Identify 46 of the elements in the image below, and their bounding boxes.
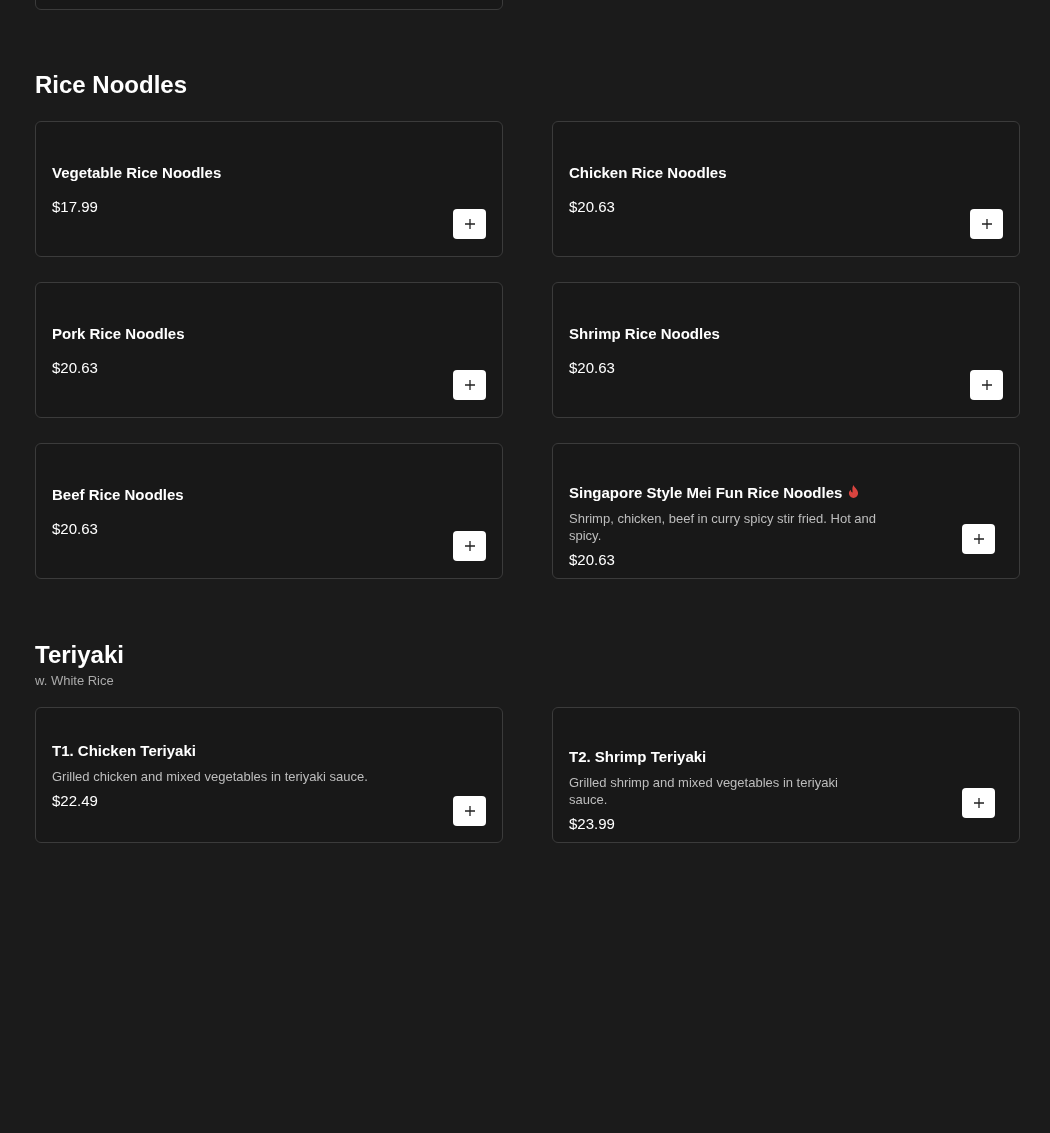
plus-icon bbox=[981, 380, 992, 390]
add-button[interactable] bbox=[453, 531, 486, 561]
item-name: T1. Chicken Teriyaki bbox=[52, 741, 196, 759]
item-price: $23.99 bbox=[569, 815, 616, 832]
menu-item-card[interactable]: Shrimp Rice Noodles $20.63 bbox=[552, 282, 1020, 418]
add-button[interactable] bbox=[453, 796, 486, 826]
section-heading: Rice Noodles bbox=[35, 71, 189, 99]
item-price: $22.49 bbox=[52, 791, 99, 809]
item-name: Vegetable Rice Noodles bbox=[52, 164, 222, 181]
menu-item-card[interactable]: Chicken Rice Noodles $20.63 bbox=[552, 121, 1020, 257]
item-price: $17.99 bbox=[52, 198, 99, 215]
item-description: Grilled shrimp and mixed vegetables in teriyaki sauce. bbox=[569, 774, 839, 808]
add-button[interactable] bbox=[970, 209, 1003, 239]
menu-item-card[interactable]: Vegetable Rice Noodles $17.99 bbox=[35, 121, 503, 257]
item-price: $20.63 bbox=[569, 359, 616, 376]
item-description: Shrimp, chicken, beef in curry spicy stir fried. Hot and spicy. bbox=[569, 510, 878, 544]
item-name: Chicken Rice Noodles bbox=[569, 164, 727, 181]
plus-icon bbox=[464, 541, 475, 551]
item-name: Pork Rice Noodles bbox=[52, 325, 185, 342]
add-button[interactable] bbox=[962, 788, 995, 818]
plus-icon bbox=[981, 219, 992, 229]
menu-item-card[interactable]: T1. Chicken Teriyaki Grilled chicken and mixed vegetables in teriyaki sauce. $22.49 bbox=[35, 707, 503, 843]
item-price: $20.63 bbox=[52, 520, 99, 537]
item-name: Singapore Style Mei Fun Rice Noodles bbox=[569, 484, 843, 501]
section-subtitle: w. White Rice bbox=[35, 673, 115, 688]
menu-item-card[interactable]: T2. Shrimp Teriyaki Grilled shrimp and mixed vegetables in teriyaki sauce. $23.99 bbox=[552, 707, 1020, 843]
add-button[interactable] bbox=[453, 209, 486, 239]
item-price: $20.63 bbox=[52, 359, 99, 376]
item-price: $20.63 bbox=[569, 551, 616, 568]
item-name: Beef Rice Noodles bbox=[52, 486, 184, 503]
menu-item-card[interactable]: Singapore Style Mei Fun Rice Noodles Shrimp, chicken, beef in curry spicy stir fried. Hot and spicy. $20.63 bbox=[552, 443, 1020, 579]
item-name: T2. Shrimp Teriyaki bbox=[569, 748, 707, 765]
add-button[interactable] bbox=[453, 370, 486, 400]
plus-icon bbox=[973, 798, 984, 808]
item-description: Grilled chicken and mixed vegetables in teriyaki sauce. bbox=[52, 767, 369, 785]
item-name: Shrimp Rice Noodles bbox=[569, 325, 720, 342]
item-price: $20.63 bbox=[569, 198, 616, 215]
plus-icon bbox=[464, 380, 475, 390]
add-button[interactable] bbox=[970, 370, 1003, 400]
plus-icon bbox=[464, 806, 475, 816]
add-button[interactable] bbox=[962, 524, 995, 554]
menu-item-card[interactable]: Pork Rice Noodles $20.63 bbox=[35, 282, 503, 418]
section-heading: Teriyaki bbox=[35, 641, 125, 669]
plus-icon bbox=[464, 219, 475, 229]
menu-item-card[interactable]: Beef Rice Noodles $20.63 bbox=[35, 443, 503, 579]
plus-icon bbox=[973, 534, 984, 544]
